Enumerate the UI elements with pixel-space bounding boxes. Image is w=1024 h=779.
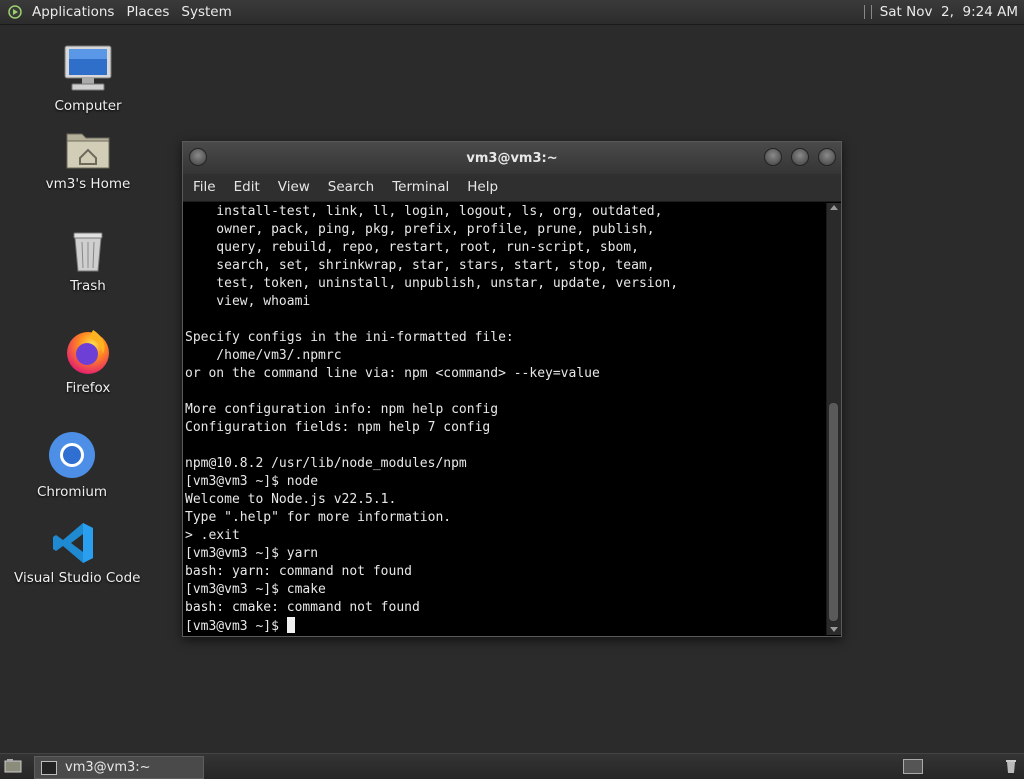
terminal-line: query, rebuild, repo, restart, root, run… <box>216 240 639 255</box>
window-title: vm3@vm3:~ <box>466 150 558 166</box>
terminal-line: owner, pack, ping, pkg, prefix, profile,… <box>216 222 655 237</box>
menu-system[interactable]: System <box>175 0 237 24</box>
menu-help[interactable]: Help <box>458 174 507 201</box>
clock-area: Sat Nov 2, 9:24 AM <box>863 4 1024 20</box>
terminal-line: [vm3@vm3 ~]$ node <box>185 474 319 489</box>
scroll-down-arrow-icon[interactable] <box>830 627 838 632</box>
desktop-icon-label: vm3's Home <box>45 176 131 192</box>
terminal-output[interactable]: install-test, link, ll, login, logout, l… <box>183 203 826 635</box>
terminal-line: or on the command line via: npm <command… <box>185 366 600 381</box>
menu-places[interactable]: Places <box>120 0 175 24</box>
terminal-line: npm@10.8.2 /usr/lib/node_modules/npm <box>185 456 467 471</box>
desktop-icon-label: Chromium <box>36 484 108 500</box>
desktop-icon-computer[interactable]: Computer <box>28 44 148 114</box>
trash-applet-icon[interactable] <box>1004 758 1018 774</box>
menu-applications[interactable]: Applications <box>26 0 120 24</box>
text-cursor <box>286 617 295 633</box>
terminal-lines: install-test, link, ll, login, logout, l… <box>185 204 678 615</box>
menu-search[interactable]: Search <box>319 174 383 201</box>
bottom-panel: vm3@vm3:~ <box>0 753 1024 779</box>
clock[interactable]: Sat Nov 2, 9:24 AM <box>880 4 1018 20</box>
desktop-icon-chromium[interactable]: Chromium <box>12 430 132 500</box>
terminal-line: Configuration fields: npm help 7 config <box>185 420 491 435</box>
vscode-icon <box>53 523 93 563</box>
menu-edit[interactable]: Edit <box>225 174 269 201</box>
scroll-up-arrow-icon[interactable] <box>830 205 838 210</box>
show-desktop-icon[interactable] <box>4 758 22 774</box>
terminal-scrollbar[interactable] <box>826 203 841 635</box>
window-titlebar[interactable]: vm3@vm3:~ <box>183 142 841 174</box>
terminal-line: Specify configs in the ini-formatted fil… <box>185 330 514 345</box>
panel-handle <box>863 5 872 19</box>
terminal-line: /home/vm3/.npmrc <box>216 348 342 363</box>
trash-icon <box>73 232 103 272</box>
desktop-icon-home[interactable]: vm3's Home <box>28 128 148 192</box>
terminal-line: > .exit <box>185 528 240 543</box>
menu-terminal[interactable]: Terminal <box>383 174 458 201</box>
desktop-icon-label: Firefox <box>65 380 111 396</box>
terminal-prompt: [vm3@vm3 ~]$ <box>185 619 287 634</box>
panel-menu-bar: Applications Places System <box>0 0 238 24</box>
terminal-line: bash: yarn: command not found <box>185 564 412 579</box>
menu-view[interactable]: View <box>269 174 319 201</box>
maximize-icon[interactable] <box>791 148 809 166</box>
terminal-menubar: File Edit View Search Terminal Help <box>183 174 841 202</box>
desktop-icon-trash[interactable]: Trash <box>28 228 148 294</box>
terminal-line: Welcome to Node.js v22.5.1. <box>185 492 397 507</box>
firefox-icon <box>67 330 109 374</box>
terminal-text: install-test, link, ll, login, logout, l… <box>183 203 826 635</box>
terminal-line: Type ".help" for more information. <box>185 510 452 525</box>
menu-file[interactable]: File <box>183 174 225 201</box>
terminal-line: view, whoami <box>216 294 311 309</box>
desktop-icon-vscode[interactable]: Visual Studio Code <box>14 520 141 586</box>
close-icon[interactable] <box>818 148 836 166</box>
terminal-line: install-test, link, ll, login, logout, l… <box>216 204 663 219</box>
computer-icon <box>64 45 112 91</box>
terminal-line: search, set, shrinkwrap, star, stars, st… <box>216 258 655 273</box>
terminal-line: [vm3@vm3 ~]$ cmake <box>185 582 326 597</box>
desktop-icon-label: Computer <box>54 98 122 114</box>
terminal-line: bash: cmake: command not found <box>185 600 420 615</box>
terminal-window[interactable]: vm3@vm3:~ File Edit View Search Terminal… <box>182 141 842 637</box>
taskbar-button-label: vm3@vm3:~ <box>65 760 151 775</box>
top-panel: Applications Places System Sat Nov 2, 9:… <box>0 0 1024 25</box>
minimize-icon[interactable] <box>764 148 782 166</box>
terminal-line: More configuration info: npm help config <box>185 402 499 417</box>
workspace-switcher[interactable] <box>903 759 923 774</box>
applications-logo-icon[interactable] <box>8 5 22 19</box>
desktop-icon-label: Trash <box>70 278 106 294</box>
terminal-line: test, token, uninstall, unpublish, unsta… <box>216 276 679 291</box>
terminal-icon <box>41 760 57 775</box>
desktop-icon-label: Visual Studio Code <box>14 570 141 586</box>
terminal-line: [vm3@vm3 ~]$ yarn <box>185 546 319 561</box>
taskbar-button-terminal[interactable]: vm3@vm3:~ <box>34 756 204 779</box>
desktop-icon-firefox[interactable]: Firefox <box>28 326 148 396</box>
window-menu-icon[interactable] <box>189 148 207 166</box>
chromium-icon <box>49 432 95 478</box>
home-folder-icon <box>66 133 110 169</box>
scrollbar-thumb[interactable] <box>829 403 838 621</box>
